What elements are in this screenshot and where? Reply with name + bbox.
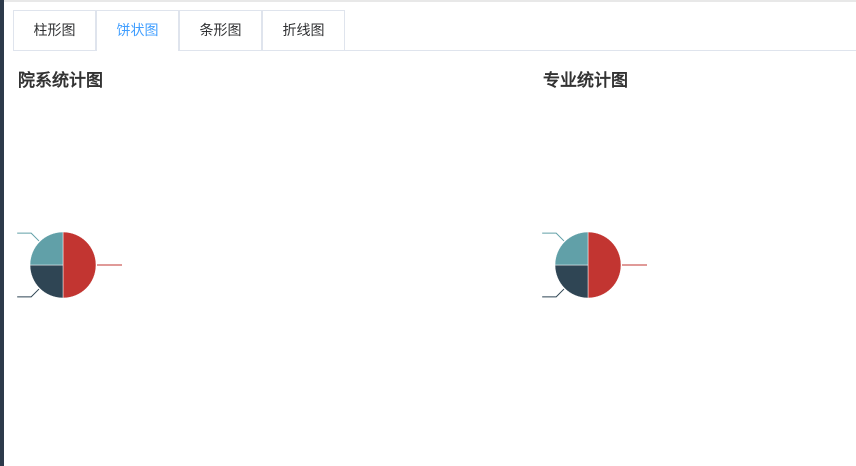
tab-line-chart[interactable]: 折线图 bbox=[262, 10, 345, 50]
major-chart: 专业统计图 bbox=[542, 60, 843, 460]
sidebar-edge bbox=[0, 0, 4, 466]
header-divider bbox=[4, 0, 856, 2]
department-pie bbox=[17, 231, 122, 299]
tab-horizontal-bar-chart[interactable]: 条形图 bbox=[179, 10, 262, 50]
tab-pie-chart[interactable]: 饼状图 bbox=[96, 10, 179, 51]
department-chart: 院系统计图 bbox=[17, 60, 418, 460]
pie-slice[interactable] bbox=[587, 231, 622, 299]
pie-label-line bbox=[542, 288, 565, 298]
tab-bar-chart[interactable]: 柱形图 bbox=[13, 10, 96, 50]
pie-label-line bbox=[17, 288, 40, 298]
pie-slice[interactable] bbox=[62, 231, 97, 299]
pie-label-line bbox=[542, 232, 565, 242]
chart-type-tabs: 柱形图 饼状图 条形图 折线图 bbox=[13, 10, 856, 51]
pie-label-line bbox=[17, 232, 40, 242]
major-pie bbox=[542, 231, 647, 299]
